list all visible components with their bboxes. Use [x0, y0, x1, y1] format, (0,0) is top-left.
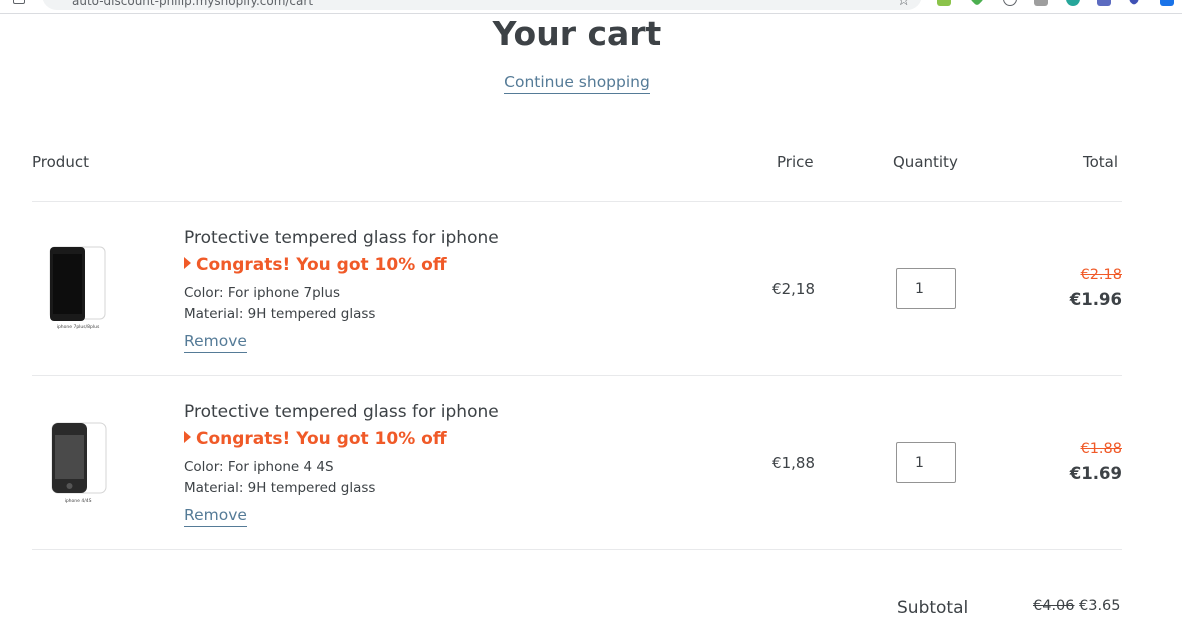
- continue-shopping: Continue shopping: [0, 73, 1154, 94]
- original-subtotal: €4.06: [1033, 598, 1075, 614]
- continue-shopping-link[interactable]: Continue shopping: [504, 73, 650, 94]
- item-price: €1,88: [772, 454, 815, 472]
- discount-message: Congrats! You got 10% off: [184, 429, 447, 449]
- extension-icon[interactable]: [937, 0, 951, 6]
- remove-button[interactable]: Remove: [184, 506, 247, 527]
- header-price: Price: [777, 153, 814, 171]
- address-bar[interactable]: auto-discount-philip.myshopify.com/cart: [42, 0, 922, 10]
- quantity-input[interactable]: [896, 268, 956, 309]
- divider: [32, 549, 1122, 550]
- svg-text:iphone 7plus/8plus: iphone 7plus/8plus: [57, 324, 100, 330]
- url-text: auto-discount-philip.myshopify.com/cart: [72, 0, 314, 8]
- variant-color: Color: For iphone 7plus: [184, 285, 341, 301]
- extension-icon[interactable]: [1128, 0, 1140, 6]
- triangle-icon: [184, 431, 191, 443]
- quantity-input[interactable]: [896, 442, 956, 483]
- page-title: Your cart: [492, 14, 662, 53]
- discounted-subtotal: €3.65: [1079, 598, 1121, 614]
- browser-toolbar: auto-discount-philip.myshopify.com/cart …: [0, 0, 1182, 14]
- original-total: €2.18: [1080, 267, 1122, 283]
- original-total: €1.88: [1080, 441, 1122, 457]
- divider: [32, 375, 1122, 376]
- extension-icon[interactable]: [1160, 0, 1174, 6]
- discounted-total: €1.69: [1069, 464, 1122, 483]
- variant-color: Color: For iphone 4 4S: [184, 459, 334, 475]
- subtotal-label: Subtotal: [897, 598, 969, 618]
- svg-text:iphone 4/4S: iphone 4/4S: [65, 498, 92, 504]
- product-image[interactable]: iphone 4/4S: [38, 418, 118, 508]
- discounted-total: €1.96: [1069, 290, 1122, 309]
- extension-icon[interactable]: [1097, 0, 1111, 6]
- variant-material: Material: 9H tempered glass: [184, 480, 376, 496]
- discount-message: Congrats! You got 10% off: [184, 255, 447, 275]
- extension-icon[interactable]: [1003, 0, 1017, 6]
- page-icon: [13, 0, 25, 4]
- item-price: €2,18: [772, 280, 815, 298]
- header-total: Total: [1083, 153, 1119, 171]
- product-image[interactable]: iphone 7plus/8plus: [38, 242, 118, 332]
- variant-material: Material: 9H tempered glass: [184, 306, 376, 322]
- product-name[interactable]: Protective tempered glass for iphone: [184, 228, 499, 248]
- divider: [32, 201, 1122, 202]
- extension-icon[interactable]: [969, 0, 985, 7]
- remove-button[interactable]: Remove: [184, 332, 247, 353]
- extension-icon[interactable]: [1034, 0, 1048, 6]
- extension-icon[interactable]: [1066, 0, 1080, 6]
- header-quantity: Quantity: [893, 153, 958, 171]
- bookmark-star-icon[interactable]: ☆: [897, 0, 910, 8]
- product-name[interactable]: Protective tempered glass for iphone: [184, 402, 499, 422]
- header-product: Product: [32, 153, 89, 171]
- triangle-icon: [184, 257, 191, 269]
